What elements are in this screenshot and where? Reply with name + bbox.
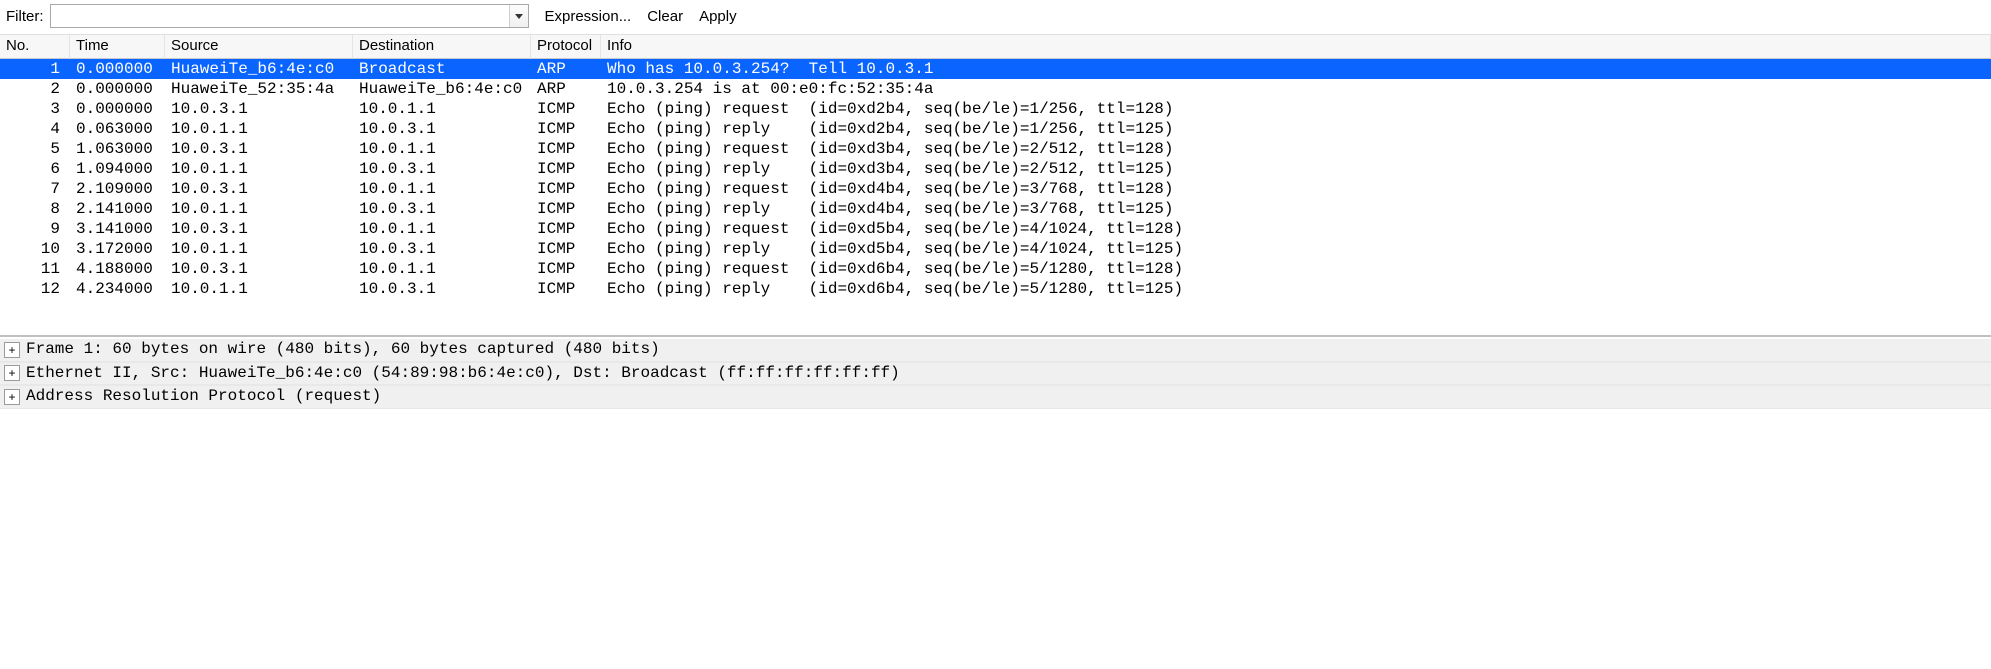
packet-list[interactable]: No. Time Source Destination Protocol Inf… [0,35,1991,336]
packet-cell-protocol[interactable]: ICMP [531,99,601,119]
packet-cell-no[interactable]: 11 [0,259,70,279]
packet-cell-time[interactable]: 0.000000 [70,79,165,99]
clear-button[interactable]: Clear [647,8,683,25]
expand-icon[interactable]: + [4,365,20,381]
packet-cell-source[interactable]: 10.0.1.1 [165,279,353,299]
packet-cell-destination[interactable]: 10.0.1.1 [353,219,531,239]
packet-cell-time[interactable]: 0.063000 [70,119,165,139]
apply-button[interactable]: Apply [699,8,737,25]
packet-cell-info[interactable]: Echo (ping) request (id=0xd3b4, seq(be/l… [601,139,1991,159]
packet-cell-info[interactable]: Echo (ping) request (id=0xd2b4, seq(be/l… [601,99,1991,119]
packet-cell-destination[interactable]: 10.0.1.1 [353,259,531,279]
filter-label: Filter: [6,8,44,25]
packet-cell-source[interactable]: 10.0.3.1 [165,139,353,159]
packet-cell-time[interactable]: 1.094000 [70,159,165,179]
expand-icon[interactable]: + [4,342,20,358]
packet-cell-destination[interactable]: 10.0.3.1 [353,279,531,299]
packet-cell-no[interactable]: 9 [0,219,70,239]
packet-cell-source[interactable]: HuaweiTe_52:35:4a [165,79,353,99]
packet-cell-source[interactable]: 10.0.1.1 [165,199,353,219]
packet-cell-source[interactable]: 10.0.1.1 [165,239,353,259]
packet-cell-source[interactable]: 10.0.3.1 [165,259,353,279]
packet-cell-info[interactable]: Echo (ping) request (id=0xd5b4, seq(be/l… [601,219,1991,239]
column-header-time[interactable]: Time [70,35,165,59]
packet-cell-destination[interactable]: 10.0.3.1 [353,239,531,259]
packet-details-pane[interactable]: + Frame 1: 60 bytes on wire (480 bits), 6… [0,336,1991,659]
expand-icon[interactable]: + [4,389,20,405]
packet-cell-time[interactable]: 3.172000 [70,239,165,259]
filter-combo [50,4,529,28]
packet-cell-time[interactable]: 2.141000 [70,199,165,219]
packet-cell-source[interactable]: 10.0.1.1 [165,119,353,139]
detail-text: Ethernet II, Src: HuaweiTe_b6:4e:c0 (54:… [26,363,900,385]
chevron-down-icon [515,14,523,19]
packet-cell-time[interactable]: 3.141000 [70,219,165,239]
packet-cell-destination[interactable]: 10.0.1.1 [353,179,531,199]
packet-cell-protocol[interactable]: ICMP [531,279,601,299]
packet-cell-destination[interactable]: 10.0.1.1 [353,139,531,159]
packet-cell-destination[interactable]: 10.0.1.1 [353,99,531,119]
packet-cell-no[interactable]: 10 [0,239,70,259]
packet-cell-destination[interactable]: Broadcast [353,59,531,79]
packet-cell-no[interactable]: 5 [0,139,70,159]
detail-row[interactable]: + Frame 1: 60 bytes on wire (480 bits), 6… [0,339,1991,362]
packet-cell-info[interactable]: Echo (ping) reply (id=0xd6b4, seq(be/le)… [601,279,1991,299]
column-header-no[interactable]: No. [0,35,70,59]
packet-cell-no[interactable]: 7 [0,179,70,199]
packet-cell-time[interactable]: 0.000000 [70,59,165,79]
column-header-source[interactable]: Source [165,35,353,59]
packet-cell-source[interactable]: HuaweiTe_b6:4e:c0 [165,59,353,79]
packet-cell-source[interactable]: 10.0.1.1 [165,159,353,179]
filter-input[interactable] [51,5,509,27]
packet-cell-time[interactable]: 2.109000 [70,179,165,199]
packet-cell-time[interactable]: 0.000000 [70,99,165,119]
column-header-protocol[interactable]: Protocol [531,35,601,59]
packet-cell-info[interactable]: 10.0.3.254 is at 00:e0:fc:52:35:4a [601,79,1991,99]
packet-cell-protocol[interactable]: ICMP [531,219,601,239]
filter-dropdown-button[interactable] [509,5,528,27]
packet-cell-protocol[interactable]: ICMP [531,179,601,199]
packet-cell-info[interactable]: Echo (ping) reply (id=0xd5b4, seq(be/le)… [601,239,1991,259]
packet-cell-protocol[interactable]: ICMP [531,139,601,159]
packet-cell-no[interactable]: 1 [0,59,70,79]
filter-toolbar: Filter: Expression... Clear Apply [0,0,1991,35]
packet-cell-destination[interactable]: 10.0.3.1 [353,119,531,139]
packet-cell-protocol[interactable]: ICMP [531,259,601,279]
packet-cell-no[interactable]: 6 [0,159,70,179]
column-header-info[interactable]: Info [601,35,1991,59]
packet-cell-no[interactable]: 12 [0,279,70,299]
expression-button[interactable]: Expression... [545,8,632,25]
detail-text: Address Resolution Protocol (request) [26,386,381,408]
packet-cell-destination[interactable]: 10.0.3.1 [353,199,531,219]
packet-cell-protocol[interactable]: ARP [531,79,601,99]
packet-cell-source[interactable]: 10.0.3.1 [165,219,353,239]
detail-text: Frame 1: 60 bytes on wire (480 bits), 60… [26,339,660,361]
packet-cell-destination[interactable]: HuaweiTe_b6:4e:c0 [353,79,531,99]
packet-cell-protocol[interactable]: ICMP [531,239,601,259]
packet-cell-source[interactable]: 10.0.3.1 [165,179,353,199]
packet-cell-info[interactable]: Echo (ping) reply (id=0xd2b4, seq(be/le)… [601,119,1991,139]
packet-cell-no[interactable]: 8 [0,199,70,219]
packet-cell-destination[interactable]: 10.0.3.1 [353,159,531,179]
packet-cell-info[interactable]: Echo (ping) request (id=0xd6b4, seq(be/l… [601,259,1991,279]
detail-row[interactable]: + Ethernet II, Src: HuaweiTe_b6:4e:c0 (54… [0,362,1991,386]
packet-cell-no[interactable]: 4 [0,119,70,139]
packet-cell-protocol[interactable]: ARP [531,59,601,79]
packet-cell-info[interactable]: Echo (ping) request (id=0xd4b4, seq(be/l… [601,179,1991,199]
packet-cell-no[interactable]: 2 [0,79,70,99]
detail-row[interactable]: + Address Resolution Protocol (request) [0,385,1991,409]
packet-cell-time[interactable]: 4.188000 [70,259,165,279]
packet-cell-protocol[interactable]: ICMP [531,199,601,219]
packet-cell-info[interactable]: Echo (ping) reply (id=0xd3b4, seq(be/le)… [601,159,1991,179]
packet-cell-protocol[interactable]: ICMP [531,119,601,139]
packet-cell-info[interactable]: Echo (ping) reply (id=0xd4b4, seq(be/le)… [601,199,1991,219]
packet-cell-info[interactable]: Who has 10.0.3.254? Tell 10.0.3.1 [601,59,1991,79]
column-header-destination[interactable]: Destination [353,35,531,59]
packet-cell-no[interactable]: 3 [0,99,70,119]
packet-cell-source[interactable]: 10.0.3.1 [165,99,353,119]
packet-cell-time[interactable]: 1.063000 [70,139,165,159]
packet-cell-protocol[interactable]: ICMP [531,159,601,179]
packet-cell-time[interactable]: 4.234000 [70,279,165,299]
